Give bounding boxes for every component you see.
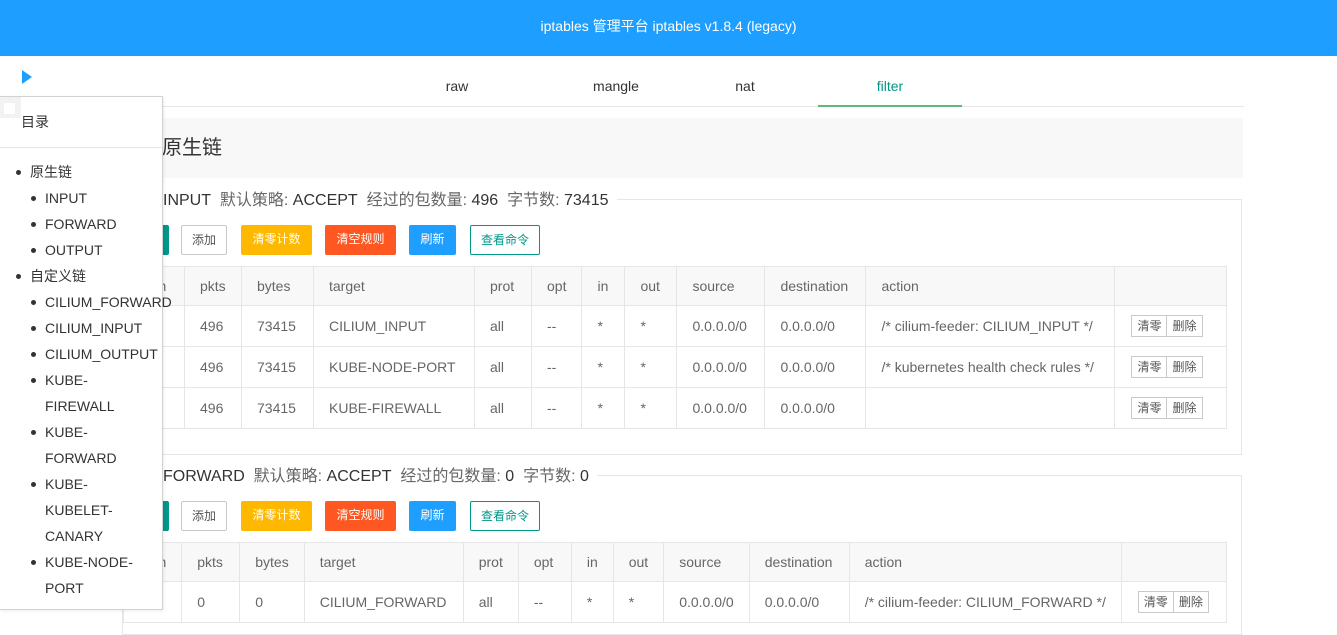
delete-rule-button[interactable]: 删除 [1167, 356, 1203, 378]
toc-item-kube-forward[interactable]: KUBE-FORWARD [14, 419, 124, 471]
chain-forward-panel: FORWARD 默认策略: ACCEPT 经过的包数量: 0 字节数: 0 添加… [122, 462, 1242, 635]
view-command-button[interactable]: 查看命令 [470, 225, 540, 255]
delete-rule-button[interactable]: 删除 [1173, 591, 1209, 613]
chain-bytes: 73415 [564, 192, 609, 209]
toc-group-builtin[interactable]: 原生链 [14, 159, 172, 185]
delete-rule-button[interactable]: 删除 [1167, 397, 1203, 419]
tab-filter[interactable]: filter [818, 72, 962, 107]
app-header: iptables 管理平台 iptables v1.8.4 (legacy) [0, 0, 1337, 56]
zero-rule-button[interactable]: 清零 [1137, 591, 1174, 613]
toc-list: 原生链 INPUT FORWARD OUTPUT 自定义链 CILIUM_FOR… [14, 159, 172, 601]
table-row: 1 496 73415 CILIUM_INPUT all -- * * 0.0.… [123, 305, 1227, 347]
toc-item-cilium-input[interactable]: CILIUM_INPUT [14, 315, 172, 341]
zero-rule-button[interactable]: 清零 [1131, 356, 1168, 378]
delete-rule-button[interactable]: 删除 [1167, 315, 1203, 337]
toc-item-output[interactable]: OUTPUT [14, 237, 172, 263]
table-tabs: raw mangle nat filter [120, 72, 1244, 107]
table-row: 2 496 73415 KUBE-NODE-PORT all -- * * 0.… [123, 346, 1227, 388]
toc-group-custom[interactable]: 自定义链 [14, 263, 172, 289]
tab-nat[interactable]: nat [673, 72, 817, 107]
add-rule-button[interactable]: 添加 [181, 225, 227, 255]
section-title: 原生链 [122, 118, 1243, 178]
toc-title: 目录 [0, 97, 162, 148]
table-row: 3 496 73415 KUBE-FIREWALL all -- * * 0.0… [123, 387, 1227, 429]
toc-item-kube-kubelet-canary[interactable]: KUBE-KUBELET-CANARY [14, 471, 114, 549]
zero-rule-button[interactable]: 清零 [1131, 315, 1168, 337]
tab-raw[interactable]: raw [385, 72, 529, 107]
rules-table-input: num pkts bytes target prot opt in out so… [123, 266, 1227, 429]
add-rule-button[interactable]: 添加 [181, 501, 227, 531]
chain-input-summary: INPUT 默认策略: ACCEPT 经过的包数量: 496 字节数: 7341… [163, 186, 617, 210]
toc-toggle-icon[interactable] [22, 70, 32, 84]
table-row: 1 0 0 CILIUM_FORWARD all -- * * 0.0.0.0/… [122, 581, 1228, 623]
toc-item-kube-firewall[interactable]: KUBE-FIREWALL [14, 367, 124, 419]
zero-rule-button[interactable]: 清零 [1131, 397, 1168, 419]
flush-rules-button[interactable]: 清空规则 [325, 225, 396, 255]
toc-panel: 目录 原生链 INPUT FORWARD OUTPUT 自定义链 CILIUM_… [0, 96, 172, 610]
tab-mangle[interactable]: mangle [544, 72, 688, 107]
refresh-button[interactable]: 刷新 [409, 501, 456, 531]
chain-policy: ACCEPT [326, 468, 392, 485]
rules-table-forward: num pkts bytes target prot opt in out so… [122, 542, 1228, 623]
toc-item-input[interactable]: INPUT [14, 185, 172, 211]
chain-name: FORWARD [163, 468, 245, 485]
view-command-button[interactable]: 查看命令 [470, 501, 540, 531]
chain-forward-summary: FORWARD 默认策略: ACCEPT 经过的包数量: 0 字节数: 0 [163, 462, 597, 486]
refresh-button[interactable]: 刷新 [409, 225, 456, 255]
chain-bytes: 0 [579, 468, 589, 485]
chain-packets: 496 [471, 192, 499, 209]
chain-input-panel: INPUT 默认策略: ACCEPT 经过的包数量: 496 字节数: 7341… [122, 186, 1242, 455]
toc-item-kube-node-port[interactable]: KUBE-NODE-PORT [14, 549, 139, 601]
app-title: iptables 管理平台 iptables v1.8.4 (legacy) [540, 18, 797, 34]
zero-counters-button[interactable]: 清零计数 [241, 501, 312, 531]
zero-counters-button[interactable]: 清零计数 [241, 225, 312, 255]
close-icon[interactable] [0, 97, 21, 118]
toc-item-forward[interactable]: FORWARD [14, 211, 172, 237]
toc-item-cilium-output[interactable]: CILIUM_OUTPUT [14, 341, 172, 367]
flush-rules-button[interactable]: 清空规则 [325, 501, 396, 531]
toc-item-cilium-forward[interactable]: CILIUM_FORWARD [14, 289, 172, 315]
chain-packets: 0 [505, 468, 515, 485]
chain-policy: ACCEPT [292, 192, 358, 209]
